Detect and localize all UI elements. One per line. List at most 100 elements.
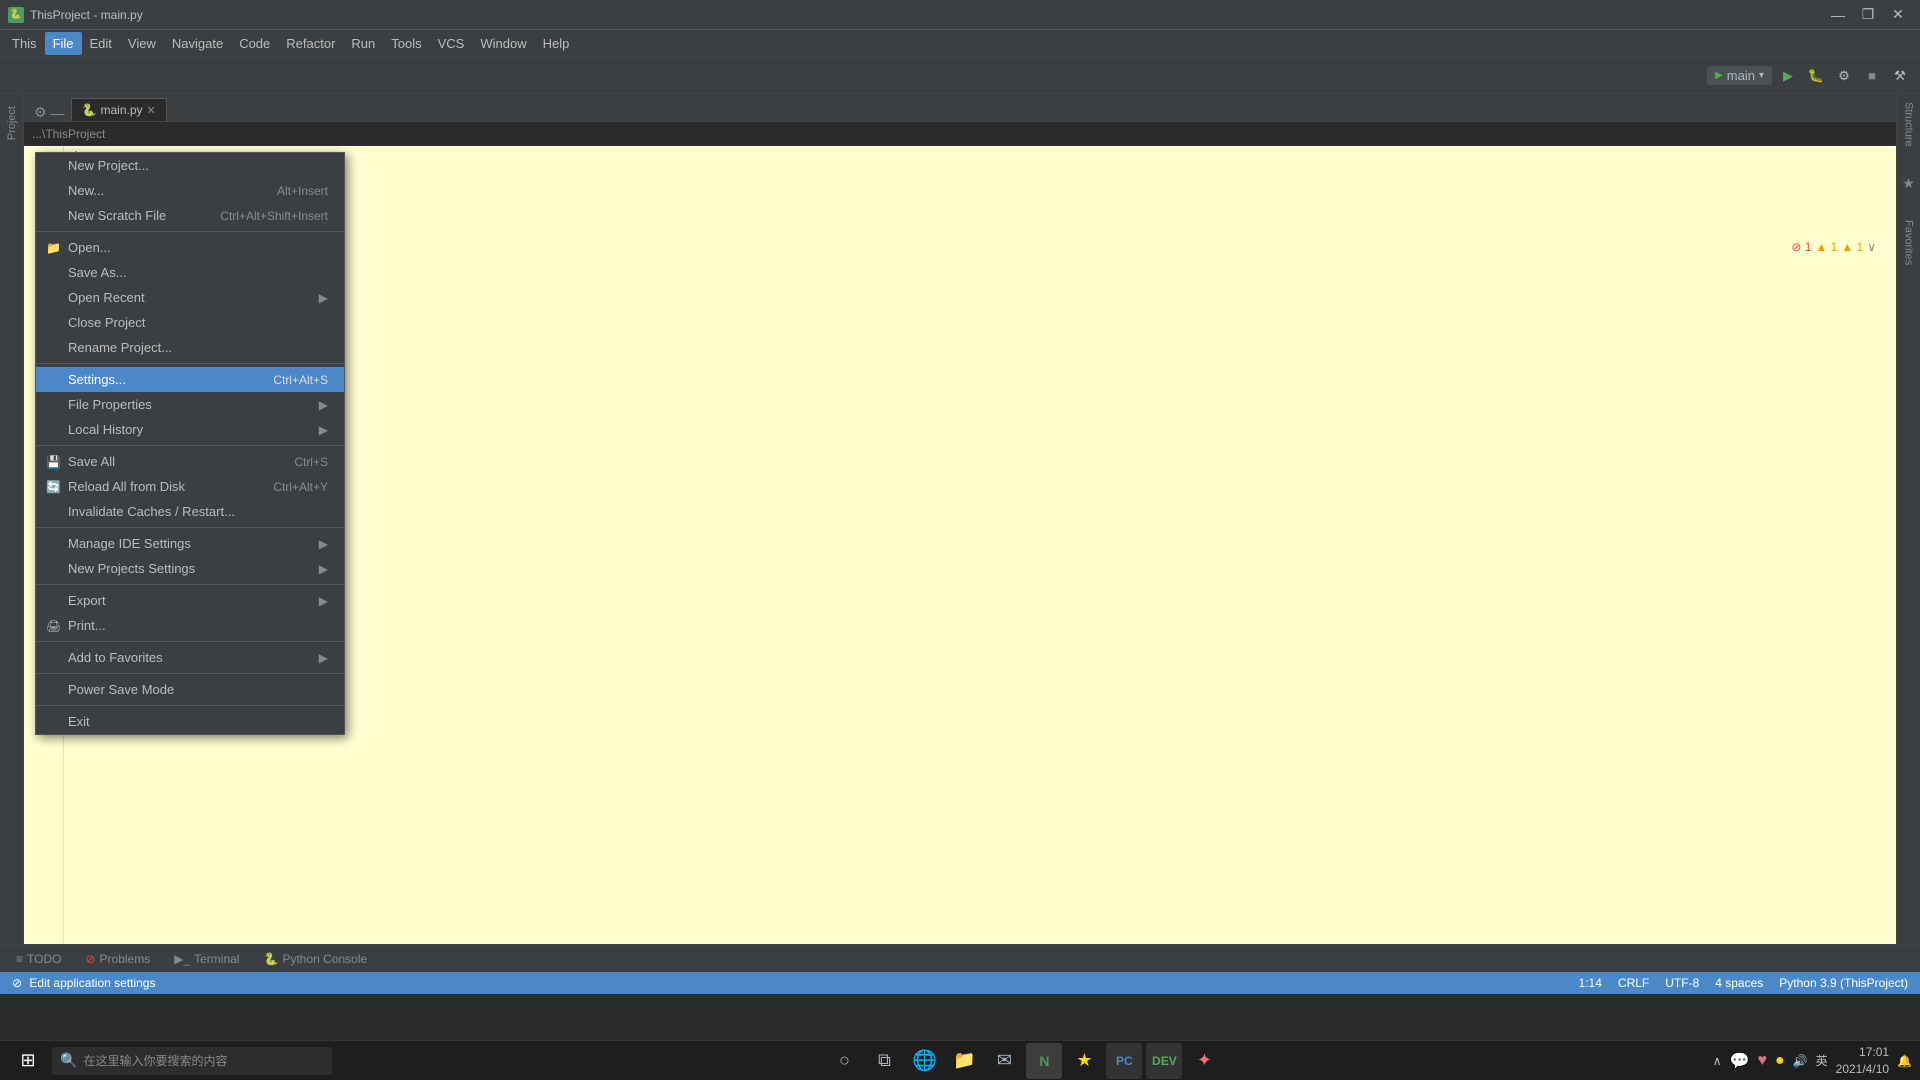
todo-tab[interactable]: ≡ TODO: [8, 948, 69, 970]
dropdown-item-label-manage-ide: Manage IDE Settings: [68, 536, 191, 551]
dropdown-item-arrow-export: ▶: [319, 594, 328, 608]
dropdown-item-label-power-save-mode: Power Save Mode: [68, 682, 174, 697]
maximize-button[interactable]: ❐: [1854, 4, 1882, 26]
dropdown-item-label-local-history: Local History: [68, 422, 143, 437]
menu-this[interactable]: This: [4, 32, 45, 55]
taskbar-clock[interactable]: 17:01 2021/4/10: [1836, 1044, 1889, 1078]
indicators-chevron[interactable]: ∨: [1867, 240, 1876, 254]
dropdown-item-save-as[interactable]: Save As...: [36, 260, 344, 285]
windows-taskbar: ⊞ 🔍 在这里输入你要搜索的内容 ○ ⧉ 🌐 📁 ✉ N ★ PC DEV ✦ …: [0, 1040, 1920, 1080]
dropdown-item-manage-ide[interactable]: Manage IDE Settings▶: [36, 531, 344, 556]
taskbar-app-star[interactable]: ★: [1066, 1043, 1102, 1079]
dropdown-item-new-project[interactable]: New Project...: [36, 153, 344, 178]
start-button[interactable]: ⊞: [8, 1045, 48, 1077]
menu-run[interactable]: Run: [343, 32, 383, 55]
encoding[interactable]: UTF-8: [1665, 976, 1699, 990]
dropdown-item-label-close-project: Close Project: [68, 315, 145, 330]
indent[interactable]: 4 spaces: [1715, 976, 1763, 990]
bookmark-icon[interactable]: ★: [1902, 175, 1915, 192]
menu-edit[interactable]: Edit: [82, 32, 120, 55]
favorites-sidebar-tab[interactable]: Favorites: [1899, 212, 1919, 273]
tray-wechat[interactable]: 💬: [1730, 1051, 1750, 1071]
taskbar-task-view[interactable]: ⧉: [866, 1043, 902, 1079]
edit-settings-text[interactable]: Edit application settings: [29, 976, 155, 990]
dropdown-item-reload-all[interactable]: 🔄Reload All from DiskCtrl+Alt+Y: [36, 474, 344, 499]
dropdown-item-open[interactable]: 📁Open...: [36, 235, 344, 260]
tab-minus-icon[interactable]: —: [51, 105, 65, 121]
coverage-button[interactable]: ⚙: [1832, 64, 1856, 88]
menu-navigate[interactable]: Navigate: [164, 32, 231, 55]
taskbar-edge[interactable]: 🌐: [906, 1043, 942, 1079]
menu-view[interactable]: View: [120, 32, 164, 55]
dropdown-item-open-recent[interactable]: Open Recent▶: [36, 285, 344, 310]
volume-icon[interactable]: 🔊: [1793, 1054, 1808, 1068]
dropdown-item-export[interactable]: Export▶: [36, 588, 344, 613]
taskbar-mail[interactable]: ✉: [986, 1043, 1022, 1079]
structure-sidebar-tab[interactable]: Structure: [1899, 94, 1919, 155]
taskbar-cortana[interactable]: ○: [826, 1043, 862, 1079]
tray-arrow[interactable]: ∧: [1713, 1054, 1722, 1068]
dropdown-item-add-to-favorites[interactable]: Add to Favorites▶: [36, 645, 344, 670]
project-sidebar-tab[interactable]: Project: [2, 98, 22, 148]
dropdown-item-new-scratch[interactable]: New Scratch FileCtrl+Alt+Shift+Insert: [36, 203, 344, 228]
line-ending[interactable]: CRLF: [1618, 976, 1649, 990]
dropdown-item-new-projects-settings[interactable]: New Projects Settings▶: [36, 556, 344, 581]
run-button[interactable]: ▶: [1776, 64, 1800, 88]
dropdown-item-rename-project[interactable]: Rename Project...: [36, 335, 344, 360]
taskbar-app-misc[interactable]: ✦: [1186, 1043, 1222, 1079]
stop-button[interactable]: ■: [1860, 64, 1884, 88]
python-console-label: Python Console: [282, 952, 367, 966]
tray-app3[interactable]: ●: [1775, 1052, 1785, 1070]
taskbar-dev[interactable]: DEV: [1146, 1043, 1182, 1079]
menu-window[interactable]: Window: [472, 32, 534, 55]
app-icon: 🐍: [8, 7, 24, 23]
tab-settings-icon[interactable]: ⚙: [34, 104, 47, 121]
dropdown-item-file-properties[interactable]: File Properties▶: [36, 392, 344, 417]
file-tab-main-py[interactable]: 🐍 main.py ✕: [71, 98, 167, 121]
dropdown-separator: [36, 363, 344, 364]
menu-help[interactable]: Help: [535, 32, 578, 55]
dropdown-item-shortcut-new: Alt+Insert: [277, 184, 328, 198]
close-button[interactable]: ✕: [1884, 4, 1912, 26]
dropdown-item-shortcut-save-all: Ctrl+S: [294, 455, 328, 469]
menu-vcs[interactable]: VCS: [430, 32, 473, 55]
dropdown-item-settings[interactable]: Settings...Ctrl+Alt+S: [36, 367, 344, 392]
dropdown-item-local-history[interactable]: Local History▶: [36, 417, 344, 442]
dropdown-item-icon-reload-all: 🔄: [46, 480, 61, 494]
dropdown-item-invalidate-caches[interactable]: Invalidate Caches / Restart...: [36, 499, 344, 524]
menu-tools[interactable]: Tools: [383, 32, 429, 55]
minimize-button[interactable]: —: [1824, 4, 1852, 26]
dropdown-item-new[interactable]: New...Alt+Insert: [36, 178, 344, 203]
dropdown-item-icon-open: 📁: [46, 241, 61, 255]
python-version[interactable]: Python 3.9 (ThisProject): [1779, 976, 1908, 990]
todo-icon: ≡: [16, 952, 23, 966]
terminal-tab[interactable]: ▶_ Terminal: [166, 948, 247, 970]
dropdown-item-power-save-mode[interactable]: Power Save Mode: [36, 677, 344, 702]
taskbar-app-n[interactable]: N: [1026, 1043, 1062, 1079]
debug-button[interactable]: 🐛: [1804, 64, 1828, 88]
dropdown-item-print[interactable]: 🖨Print...: [36, 613, 344, 638]
dropdown-item-save-all[interactable]: 💾Save AllCtrl+S: [36, 449, 344, 474]
menu-code[interactable]: Code: [231, 32, 278, 55]
file-tab-close-icon[interactable]: ✕: [147, 104, 156, 117]
taskbar-search[interactable]: 🔍 在这里输入你要搜索的内容: [52, 1047, 332, 1075]
taskbar-file-explorer[interactable]: 📁: [946, 1043, 982, 1079]
menu-refactor[interactable]: Refactor: [278, 32, 343, 55]
problems-tab[interactable]: ⊘ Problems: [77, 948, 158, 970]
menu-file[interactable]: File: [45, 32, 82, 55]
dropdown-item-exit[interactable]: Exit: [36, 709, 344, 734]
language-indicator[interactable]: 英: [1816, 1052, 1828, 1069]
dropdown-separator: [36, 673, 344, 674]
taskbar-pycharm[interactable]: PC: [1106, 1043, 1142, 1079]
error-count: ⊘ 1: [1791, 240, 1811, 254]
dropdown-separator: [36, 705, 344, 706]
dropdown-item-close-project[interactable]: Close Project: [36, 310, 344, 335]
tab-bar: ⚙ — 🐍 main.py ✕: [24, 94, 1896, 122]
run-config-selector[interactable]: ▶ main ▾: [1707, 66, 1772, 85]
python-console-tab[interactable]: 🐍 Python Console: [255, 948, 375, 970]
build-button[interactable]: ⚒: [1888, 64, 1912, 88]
tray-app2[interactable]: ♥: [1758, 1052, 1768, 1070]
cursor-position[interactable]: 1:14: [1579, 976, 1602, 990]
file-tab-label: main.py: [101, 103, 143, 117]
notification-icon[interactable]: 🔔: [1897, 1054, 1912, 1068]
